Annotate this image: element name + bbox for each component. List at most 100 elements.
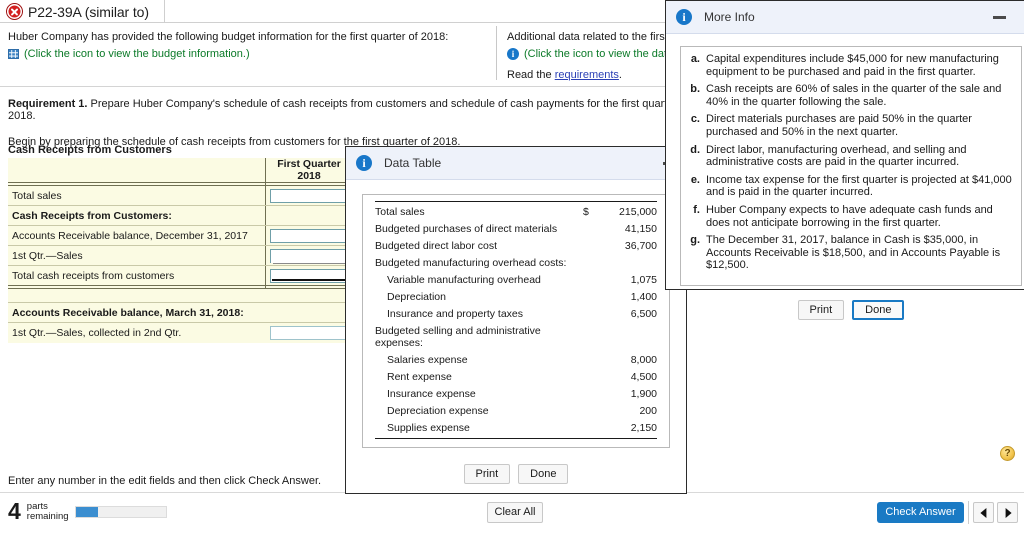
data-table-row: Depreciation 1,400 bbox=[375, 289, 657, 306]
clear-all-button[interactable]: Clear All bbox=[487, 502, 543, 523]
data-table-row-label: Insurance expense bbox=[387, 388, 476, 400]
more-info-dialog: i More Info a. Capital expenditures inclu… bbox=[665, 0, 1024, 320]
row-value-cell bbox=[265, 185, 353, 206]
nav-separator bbox=[968, 501, 969, 524]
table-row: Total sales bbox=[8, 185, 353, 206]
table-row: Accounts Receivable balance, December 31… bbox=[8, 225, 353, 246]
requirements-link[interactable]: requirements bbox=[555, 69, 619, 81]
problem-intro: Huber Company has provided the following… bbox=[8, 31, 449, 43]
data-table-row-value: 6,500 bbox=[630, 308, 657, 320]
more-info-item-text: Direct labor, manufacturing overhead, an… bbox=[706, 143, 967, 169]
minimize-icon[interactable] bbox=[993, 15, 1006, 19]
data-table-row: Budgeted purchases of direct materials 41… bbox=[375, 221, 657, 238]
tab-problem[interactable]: P22-39A (similar to) bbox=[0, 0, 165, 23]
budget-info-link-row[interactable]: (Click the icon to view the budget infor… bbox=[8, 48, 488, 60]
tab-title: P22-39A (similar to) bbox=[28, 3, 149, 20]
data-table-row-currency bbox=[583, 403, 599, 420]
data-table-row-currency bbox=[583, 272, 599, 289]
requirement-1: Requirement 1. Prepare Huber Company's s… bbox=[8, 98, 708, 122]
table-row: Total cash receipts from customers bbox=[8, 265, 353, 286]
print-button[interactable]: Print bbox=[463, 464, 511, 484]
data-table-row-currency bbox=[583, 323, 599, 352]
data-table-row-label: Depreciation expense bbox=[387, 405, 489, 417]
print-button[interactable]: Print bbox=[797, 299, 845, 320]
more-info-item-key: b. bbox=[690, 83, 700, 96]
spacer-right bbox=[265, 288, 353, 303]
prev-button[interactable] bbox=[973, 502, 994, 523]
header-blank-cell bbox=[8, 158, 266, 183]
data-table-row-label: Budgeted manufacturing overhead costs: bbox=[375, 257, 567, 269]
help-button[interactable]: ? bbox=[1000, 446, 1015, 461]
data-table-row-value: 2,150 bbox=[599, 419, 657, 439]
parts-label: parts remaining bbox=[26, 500, 69, 522]
data-table-row: Rent expense 4,500 bbox=[375, 369, 657, 386]
total-cash-receipts-input[interactable] bbox=[270, 268, 349, 283]
table-row: 1st Qtr.—Sales bbox=[8, 245, 353, 266]
more-info-item-text: Direct materials purchases are paid 50% … bbox=[706, 113, 972, 138]
info-icon: i bbox=[676, 9, 692, 25]
data-table-row-value: 1,075 bbox=[630, 274, 657, 286]
more-info-item-text: Capital expenditures include $45,000 for… bbox=[706, 53, 999, 78]
more-info-item-key: e. bbox=[690, 173, 700, 186]
parts-label-line1: parts bbox=[26, 500, 48, 512]
done-button[interactable]: Done bbox=[518, 464, 569, 484]
done-button[interactable]: Done bbox=[852, 299, 905, 320]
more-info-dialog-title: More Info bbox=[704, 10, 755, 24]
problem-left-column: Huber Company has provided the following… bbox=[0, 24, 496, 82]
more-info-item-key: d. bbox=[690, 143, 700, 156]
more-info-item-key: c. bbox=[690, 113, 700, 126]
data-table-row: Variable manufacturing overhead 1,075 bbox=[375, 272, 657, 289]
first-qtr-sales-input[interactable] bbox=[270, 248, 349, 264]
parts-count: 4 bbox=[8, 498, 21, 524]
ar-balance-input[interactable] bbox=[270, 228, 349, 243]
data-table-row: Budgeted selling and administrative expe… bbox=[375, 323, 657, 352]
data-table-row-currency bbox=[583, 369, 599, 386]
budget-info-link[interactable]: (Click the icon to view the budget infor… bbox=[24, 48, 250, 60]
info-icon: i bbox=[356, 155, 372, 171]
footer-section-value bbox=[265, 302, 353, 323]
cash-receipts-table: First Quarter 2018 Total sales Cash Rece… bbox=[8, 158, 353, 343]
parts-remaining: 4 parts remaining bbox=[8, 500, 167, 523]
data-table-row-label: Budgeted purchases of direct materials bbox=[375, 223, 558, 235]
row-label: Cash Receipts from Customers: bbox=[8, 205, 266, 226]
more-info-list: a. Capital expenditures include $45,000 f… bbox=[689, 53, 1013, 272]
data-table-row-label: Depreciation bbox=[387, 291, 446, 303]
parts-label-line2: remaining bbox=[26, 510, 69, 522]
data-table-row-value: 41,150 bbox=[624, 223, 657, 235]
more-info-item-text: Income tax expense for the first quarter… bbox=[706, 173, 1012, 199]
next-button[interactable] bbox=[997, 502, 1018, 523]
data-table-row-label: Supplies expense bbox=[375, 419, 583, 439]
data-table-row-label: Variable manufacturing overhead bbox=[387, 274, 541, 286]
more-info-item-text: Cash receipts are 60% of sales in the qu… bbox=[706, 83, 1002, 108]
data-table-row-label: Total sales bbox=[375, 201, 583, 221]
header-line1: First Quarter bbox=[277, 158, 341, 170]
data-info-link[interactable]: (Click the icon to view the data. bbox=[524, 48, 676, 60]
total-sales-input[interactable] bbox=[270, 188, 349, 203]
progress-bar bbox=[74, 505, 167, 518]
more-info-dialog-header: i More Info bbox=[666, 1, 1024, 34]
schedule-title: Cash Receipts from Customers bbox=[8, 144, 172, 156]
data-table-row-currency bbox=[583, 289, 599, 306]
data-table-row-currency bbox=[583, 352, 599, 369]
table-row: 1st Qtr.—Sales, collected in 2nd Qtr. bbox=[8, 323, 353, 343]
data-table-row: Salaries expense 8,000 bbox=[375, 352, 657, 369]
check-answer-button[interactable]: Check Answer bbox=[877, 502, 964, 523]
grid-table-icon[interactable] bbox=[8, 49, 19, 59]
data-table-row-currency bbox=[583, 306, 599, 323]
arrow-right-icon bbox=[1005, 507, 1012, 518]
more-info-item-key: f. bbox=[693, 203, 700, 216]
progress-bar-fill bbox=[75, 506, 99, 517]
status-text: Enter any number in the edit fields and … bbox=[8, 475, 322, 487]
data-table-row: Budgeted direct labor cost 36,700 bbox=[375, 238, 657, 255]
collected-2nd-qtr-input[interactable] bbox=[270, 325, 349, 340]
data-table-row: Budgeted manufacturing overhead costs: bbox=[375, 255, 657, 272]
data-table-row-value: 8,000 bbox=[630, 354, 657, 366]
data-table-row-currency bbox=[583, 238, 599, 255]
info-icon[interactable]: i bbox=[507, 48, 519, 60]
data-table-dialog-header: i Data Table bbox=[346, 147, 686, 180]
row-label: Accounts Receivable balance, December 31… bbox=[8, 225, 266, 246]
requirement-text: Prepare Huber Company's schedule of cash… bbox=[8, 98, 690, 122]
more-info-item-text: Huber Company expects to have adequate c… bbox=[706, 203, 993, 229]
close-circle-icon[interactable] bbox=[7, 4, 22, 19]
data-table-row-value: 1,900 bbox=[630, 388, 657, 400]
